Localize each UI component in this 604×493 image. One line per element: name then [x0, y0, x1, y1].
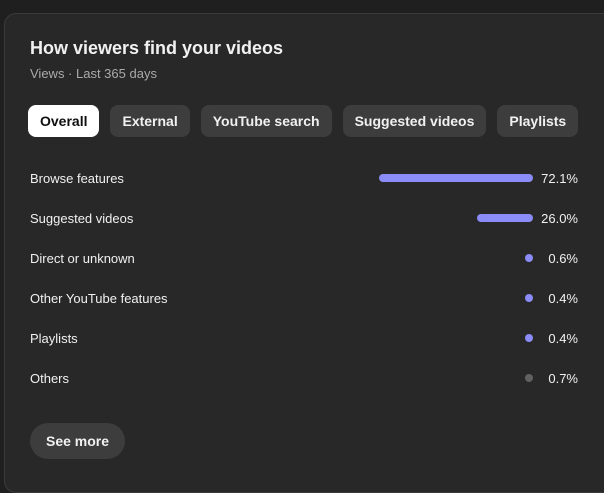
source-label: Browse features	[30, 170, 124, 186]
traffic-source-row: Suggested videos 26.0%	[30, 198, 578, 238]
traffic-source-list: Browse features 72.1% Suggested videos 2…	[30, 158, 578, 398]
tab-youtube-search[interactable]: YouTube search	[200, 105, 332, 137]
traffic-sources-card: How viewers find your videos Views · Las…	[4, 13, 604, 493]
tab-playlists[interactable]: Playlists	[497, 105, 579, 137]
tab-overall[interactable]: Overall	[28, 105, 100, 137]
source-percent: 26.0%	[541, 210, 578, 226]
source-percent: 0.4%	[548, 290, 578, 306]
source-percent: 0.4%	[548, 330, 578, 346]
traffic-source-row: Playlists 0.4%	[30, 318, 578, 358]
source-bar	[525, 374, 533, 382]
source-bar	[379, 174, 533, 182]
source-label: Other YouTube features	[30, 290, 168, 306]
source-percent: 0.6%	[548, 250, 578, 266]
source-bar	[525, 254, 533, 262]
traffic-source-row: Others 0.7%	[30, 358, 578, 398]
source-label: Direct or unknown	[30, 250, 135, 266]
see-more-button[interactable]: See more	[30, 423, 126, 459]
source-label: Playlists	[30, 330, 78, 346]
traffic-source-row: Browse features 72.1%	[30, 158, 578, 198]
tab-suggested-videos[interactable]: Suggested videos	[342, 105, 487, 137]
source-label: Others	[30, 370, 70, 386]
traffic-source-row: Other YouTube features 0.4%	[30, 278, 578, 318]
traffic-source-row: Direct or unknown 0.6%	[30, 238, 578, 278]
card-title: How viewers find your videos	[30, 38, 284, 58]
source-bar	[477, 214, 533, 222]
source-percent: 72.1%	[541, 170, 578, 186]
source-bar	[525, 294, 533, 302]
filter-tabs: Overall External YouTube search Suggeste…	[28, 105, 579, 137]
card-subtitle: Views · Last 365 days	[30, 66, 157, 81]
source-bar	[525, 334, 533, 342]
source-label: Suggested videos	[30, 210, 134, 226]
tab-external[interactable]: External	[110, 105, 190, 137]
source-percent: 0.7%	[548, 370, 578, 386]
